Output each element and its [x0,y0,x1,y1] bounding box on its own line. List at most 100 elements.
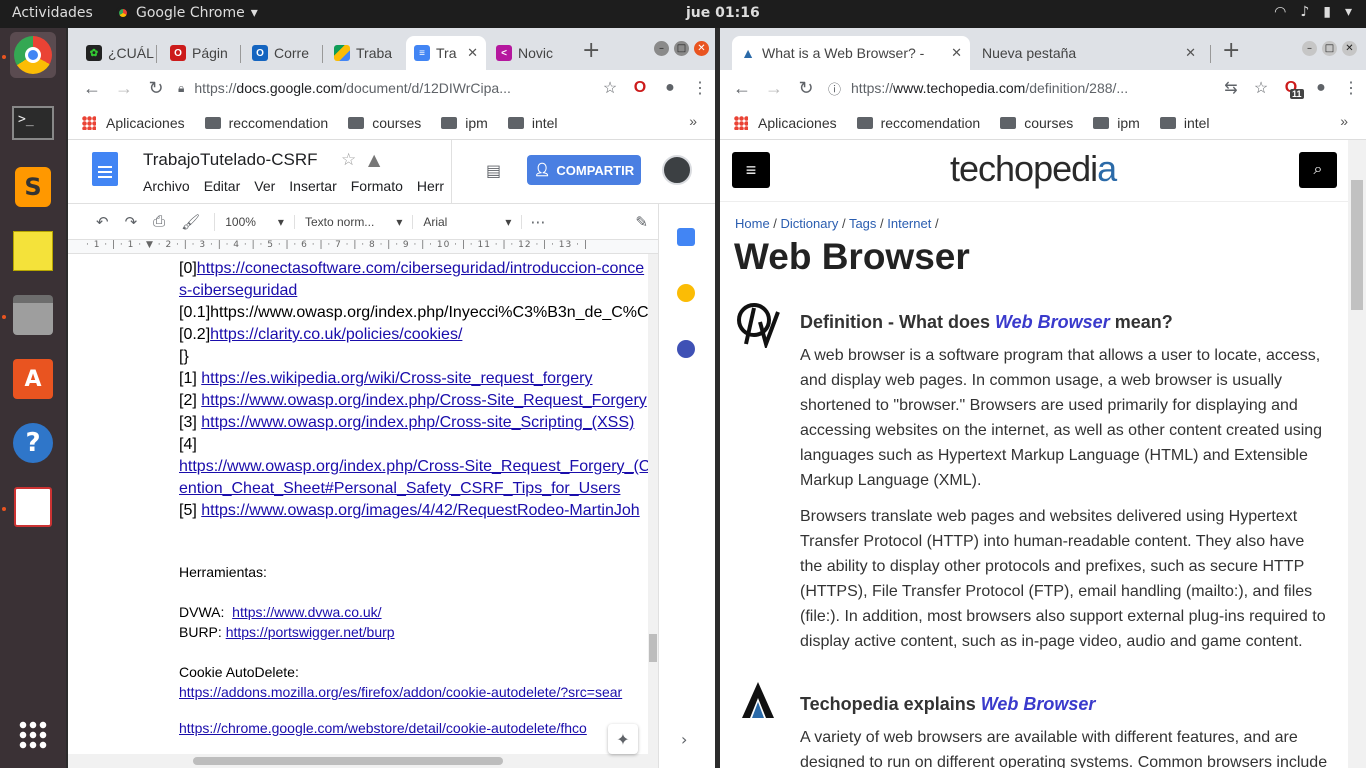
forward-button[interactable]: → [108,78,140,99]
more-bookmarks-icon[interactable]: » [1340,113,1348,129]
hamburger-menu-button[interactable]: ≡ [732,152,770,188]
tab-techopedia-active[interactable]: ▲ What is a Web Browser? - ✕ [732,36,970,70]
new-tab-button[interactable]: + [1222,38,1240,63]
keep-icon[interactable] [677,284,695,302]
doc-link[interactable]: https://conectasoftware.com/cibersegurid… [197,260,644,277]
doc-link[interactable]: ention_Cheat_Sheet#Personal_Safety_CSRF_… [179,480,620,497]
tab-1[interactable]: ✿ ¿CUÁL [78,36,154,70]
vertical-scrollbar[interactable] [648,254,658,754]
account-avatar[interactable] [662,155,692,185]
tab-4[interactable]: Traba [326,36,402,70]
menu-icon[interactable]: ⋮ [685,78,715,98]
doc-link[interactable]: https://addons.mozilla.org/es/firefox/ad… [179,684,622,700]
profile-avatar[interactable]: ● [655,79,685,97]
scroll-thumb[interactable] [193,757,503,765]
doc-link[interactable]: https://chrome.google.com/webstore/detai… [179,720,587,736]
star-icon[interactable]: ☆ [341,150,356,170]
edit-mode-icon[interactable]: ✎ [627,213,656,231]
activities-button[interactable]: Actividades [12,5,93,21]
software-center-launcher[interactable]: A [10,356,56,402]
doc-link[interactable]: https://www.dvwa.co.uk/ [232,604,381,620]
move-to-drive-icon[interactable]: ▲ [368,150,380,169]
doc-link[interactable]: https://es.wikipedia.org/wiki/Cross-site… [201,370,592,387]
tasks-icon[interactable] [677,340,695,358]
bookmark-folder[interactable]: reccomendation [204,115,328,131]
paint-format-icon[interactable]: 🖌︎ [173,212,216,231]
close-tab-icon[interactable]: ✕ [943,45,962,61]
reload-button[interactable]: ↻ [790,78,822,99]
more-options-icon[interactable]: ⋯ [522,213,553,231]
breadcrumb-tags[interactable]: Tags [849,216,876,231]
menu-archivo[interactable]: Archivo [143,178,190,194]
reload-button[interactable]: ↻ [140,78,172,99]
document-title[interactable]: TrabajoTutelado-CSRF [143,150,317,170]
window-close-button[interactable]: ✕ [694,41,709,56]
doc-link[interactable]: s-ciberseguridad [179,282,297,299]
zoom-select[interactable]: 100% ▾ [215,214,295,229]
tab-6[interactable]: < Novic [488,36,564,70]
files-launcher[interactable] [10,292,56,338]
notes-launcher[interactable] [10,228,56,274]
more-bookmarks-icon[interactable]: » [689,113,697,129]
site-logo[interactable]: techopedia [950,148,1117,190]
style-select[interactable]: Texto norm... ▾ [295,214,414,229]
menu-editar[interactable]: Editar [204,178,241,194]
comments-icon[interactable]: ▤ [486,161,501,180]
tab-3[interactable]: O Corre [244,36,320,70]
print-icon[interactable]: ⎙ [145,213,173,230]
extension-icon[interactable]: O 11 [1276,79,1306,99]
chrome-launcher[interactable] [10,32,56,78]
address-bar[interactable]: ⓘ https://www.techopedia.com/definition/… [822,74,1216,102]
menu-formato[interactable]: Formato [351,178,403,194]
tab-5-active[interactable]: ≡ Tra ✕ [406,36,486,70]
back-button[interactable]: ← [726,78,758,99]
breadcrumb-home[interactable]: Home [735,216,770,231]
bookmark-folder[interactable]: courses [1000,115,1073,131]
show-applications-button[interactable] [10,712,56,758]
share-button[interactable]: 👤︎ COMPARTIR [527,155,641,185]
minimize-button[interactable]: – [1302,41,1317,56]
window-close-button[interactable]: ✕ [1342,41,1357,56]
terminal-launcher[interactable]: >_ [10,100,56,146]
bookmark-folder[interactable]: ipm [1093,115,1140,131]
menu-icon[interactable]: ⋮ [1336,78,1366,98]
menu-ver[interactable]: Ver [254,178,275,194]
bookmark-apps[interactable]: Aplicaciones [734,115,837,131]
new-tab-button[interactable]: + [582,38,600,63]
bookmark-folder[interactable]: intel [1159,115,1210,131]
redo-icon[interactable]: ↷ [117,213,146,231]
scroll-thumb[interactable] [649,634,657,662]
bookmark-folder[interactable]: courses [348,115,421,131]
doc-link[interactable]: https://portswigger.net/burp [226,624,395,640]
menu-insertar[interactable]: Insertar [289,178,336,194]
forward-button[interactable]: → [758,78,790,99]
calendar-icon[interactable] [677,228,695,246]
ruler[interactable]: · 1 · | · 1 · ▼ · 2 · | · 3 · | · 4 · | … [68,240,658,254]
maximize-button[interactable]: □ [1322,41,1337,56]
bookmark-folder[interactable]: ipm [441,115,488,131]
menu-herramientas[interactable]: Herr [417,178,444,194]
explore-button[interactable]: ✦ [608,724,638,754]
undo-icon[interactable]: ↶ [88,213,117,231]
system-tray[interactable]: ◠ ♪ ▮ ▾ [1274,4,1352,20]
doc-link[interactable]: https://www.owasp.org/index.php/Cross-si… [201,414,634,431]
scroll-thumb[interactable] [1351,180,1363,310]
clock[interactable]: jue 01:16 [686,5,760,21]
profile-avatar[interactable]: ● [1306,79,1336,97]
minimize-button[interactable]: – [654,41,669,56]
doc-link[interactable]: https://www.owasp.org/images/4/42/Reques… [201,502,639,519]
chevron-right-icon[interactable]: › [681,730,687,749]
doc-link[interactable]: https://clarity.co.uk/policies/cookies/ [210,326,462,343]
search-button[interactable]: ⌕ [1299,152,1337,188]
back-button[interactable]: ← [76,78,108,99]
document-viewer-launcher[interactable] [10,484,56,530]
translate-icon[interactable]: ⇆ [1216,78,1246,98]
font-select[interactable]: Arial ▾ [413,214,523,229]
vertical-scrollbar[interactable] [1348,140,1366,768]
address-bar[interactable]: 🔒︎ https://docs.google.com/document/d/12… [172,74,595,102]
help-launcher[interactable]: ? [10,420,56,466]
close-tab-icon[interactable]: ✕ [459,45,478,61]
docs-logo-icon[interactable] [92,152,118,186]
bookmark-folder[interactable]: intel [507,115,558,131]
app-menu[interactable]: Google Chrome ▾ [116,5,258,21]
